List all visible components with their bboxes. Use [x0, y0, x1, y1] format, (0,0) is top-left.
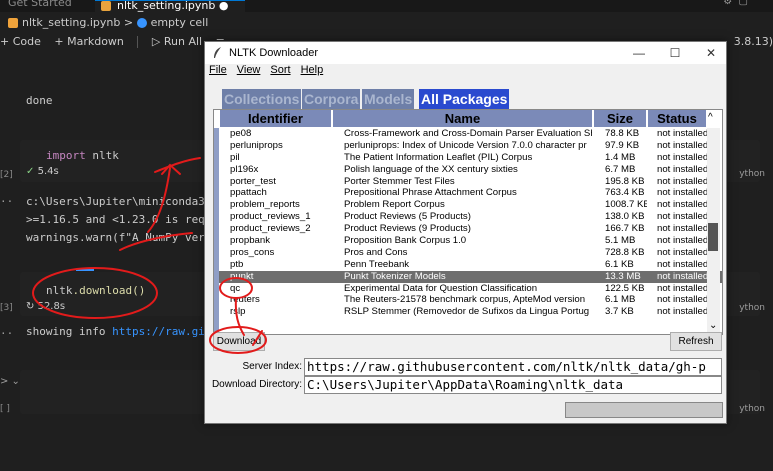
annotation-arrow	[147, 157, 201, 233]
annotation-circle	[32, 267, 158, 319]
red-annotation-overlay	[32, 157, 267, 354]
annotation-arrow	[252, 330, 263, 346]
annotation-arrow	[234, 297, 245, 336]
annotation-circle	[219, 277, 253, 299]
annotation-circle	[209, 326, 267, 354]
annotation-arrow	[119, 232, 193, 251]
